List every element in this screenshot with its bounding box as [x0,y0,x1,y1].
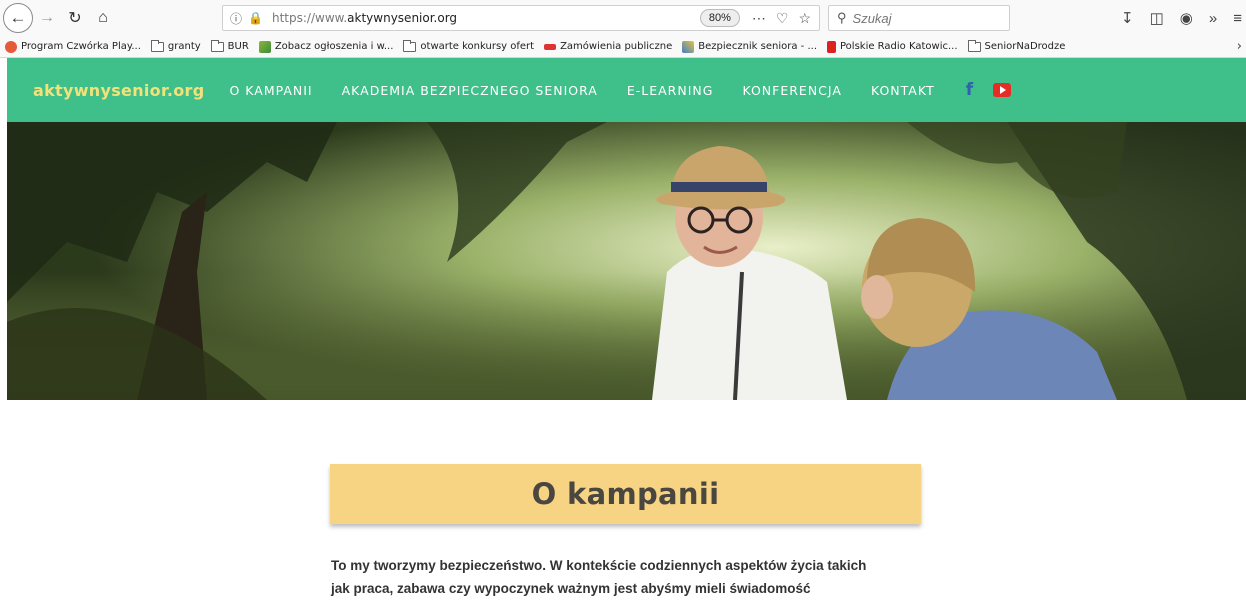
folder-icon [210,39,224,52]
page-title: O kampanii [531,477,720,511]
page-actions-icon[interactable]: ⋯ [752,10,766,27]
url-domain: aktywnysenior.org [347,11,458,25]
home-icon[interactable]: ⌂ [89,4,117,32]
youtube-icon[interactable] [993,83,1012,97]
facebook-icon[interactable]: f [966,80,973,100]
bookmark-folder[interactable]: otwarte konkursy ofert [398,39,539,52]
section-title-box: O kampanii [330,464,921,524]
nav-akademia[interactable]: AKADEMIA BEZPIECZNEGO SENIORA [342,83,598,98]
paragraph-line: jak praca, zabawa czy wypoczynek ważnym … [331,581,811,596]
bookmark-star-icon[interactable]: ☆ [798,10,811,27]
url-prefix: https://www. [272,11,348,25]
overflow-chevron-icon[interactable]: » [1209,10,1217,27]
nav-o-kampanii[interactable]: O KAMPANII [229,83,312,98]
account-icon[interactable]: ◉ [1180,9,1193,27]
url-bar[interactable]: ⓘ 🔒 https://www.aktywnysenior.org 80% ⋯ … [222,5,820,31]
search-icon: ⚲ [837,10,847,25]
nav-e-learning[interactable]: E-LEARNING [627,83,714,98]
bookmark-item[interactable]: Zobacz ogłoszenia i w... [254,40,399,53]
back-arrow-icon[interactable]: ← [3,3,33,33]
nav-kontakt[interactable]: KONTAKT [871,83,935,98]
menu-icon[interactable]: ≡ [1233,10,1242,27]
pocket-icon[interactable]: ♡ [776,10,789,27]
search-bar[interactable]: ⚲ [828,5,1010,31]
browser-toolbar: ← → ↻ ⌂ ⓘ 🔒 https://www.aktywnysenior.or… [0,0,1246,36]
download-icon[interactable]: ↧ [1121,9,1134,27]
flag-icon [827,40,836,53]
sidebar-icon[interactable]: ◫ [1150,9,1164,27]
bookmark-item[interactable]: Bezpiecznik seniora - ... [677,40,822,53]
eagle-icon [544,43,557,50]
lock-warning-icon[interactable]: 🔒 [248,11,266,25]
bookmarks-overflow-icon[interactable]: › [1237,39,1246,54]
zoom-indicator[interactable]: 80% [699,9,740,27]
puzzle-icon [682,40,695,53]
folder-icon [150,39,164,52]
folder-icon [967,39,981,52]
pen-icon [258,40,271,53]
info-icon[interactable]: ⓘ [230,10,248,27]
radio-icon [5,40,17,53]
search-input[interactable] [852,10,1003,26]
bookmark-folder[interactable]: granty [146,39,206,52]
site-logo[interactable]: aktywnysenior.org [33,81,204,100]
bookmark-folder[interactable]: SeniorNaDrodze [963,39,1071,52]
url-text[interactable]: https://www.aktywnysenior.org [272,11,700,25]
bookmark-folder[interactable]: BUR [206,39,254,52]
bookmark-item[interactable]: Zamówienia publiczne [539,41,677,52]
hero-image [7,122,1246,400]
paragraph-line: To my tworzymy bezpieczeństwo. W kontekś… [331,558,867,573]
bookmark-item[interactable]: Polskie Radio Katowic... [822,40,963,53]
nav-konferencja[interactable]: KONFERENCJA [742,83,841,98]
bookmarks-bar: Program Czwórka Play... granty BUR Zobac… [0,36,1246,58]
site-navbar: aktywnysenior.org O KAMPANII AKADEMIA BE… [7,58,1246,122]
intro-paragraph: To my tworzymy bezpieczeństwo. W kontekś… [331,554,911,600]
folder-icon [403,39,417,52]
bookmark-item[interactable]: Program Czwórka Play... [0,40,146,53]
reload-icon[interactable]: ↻ [61,4,89,32]
forward-arrow-icon[interactable]: → [33,4,61,32]
